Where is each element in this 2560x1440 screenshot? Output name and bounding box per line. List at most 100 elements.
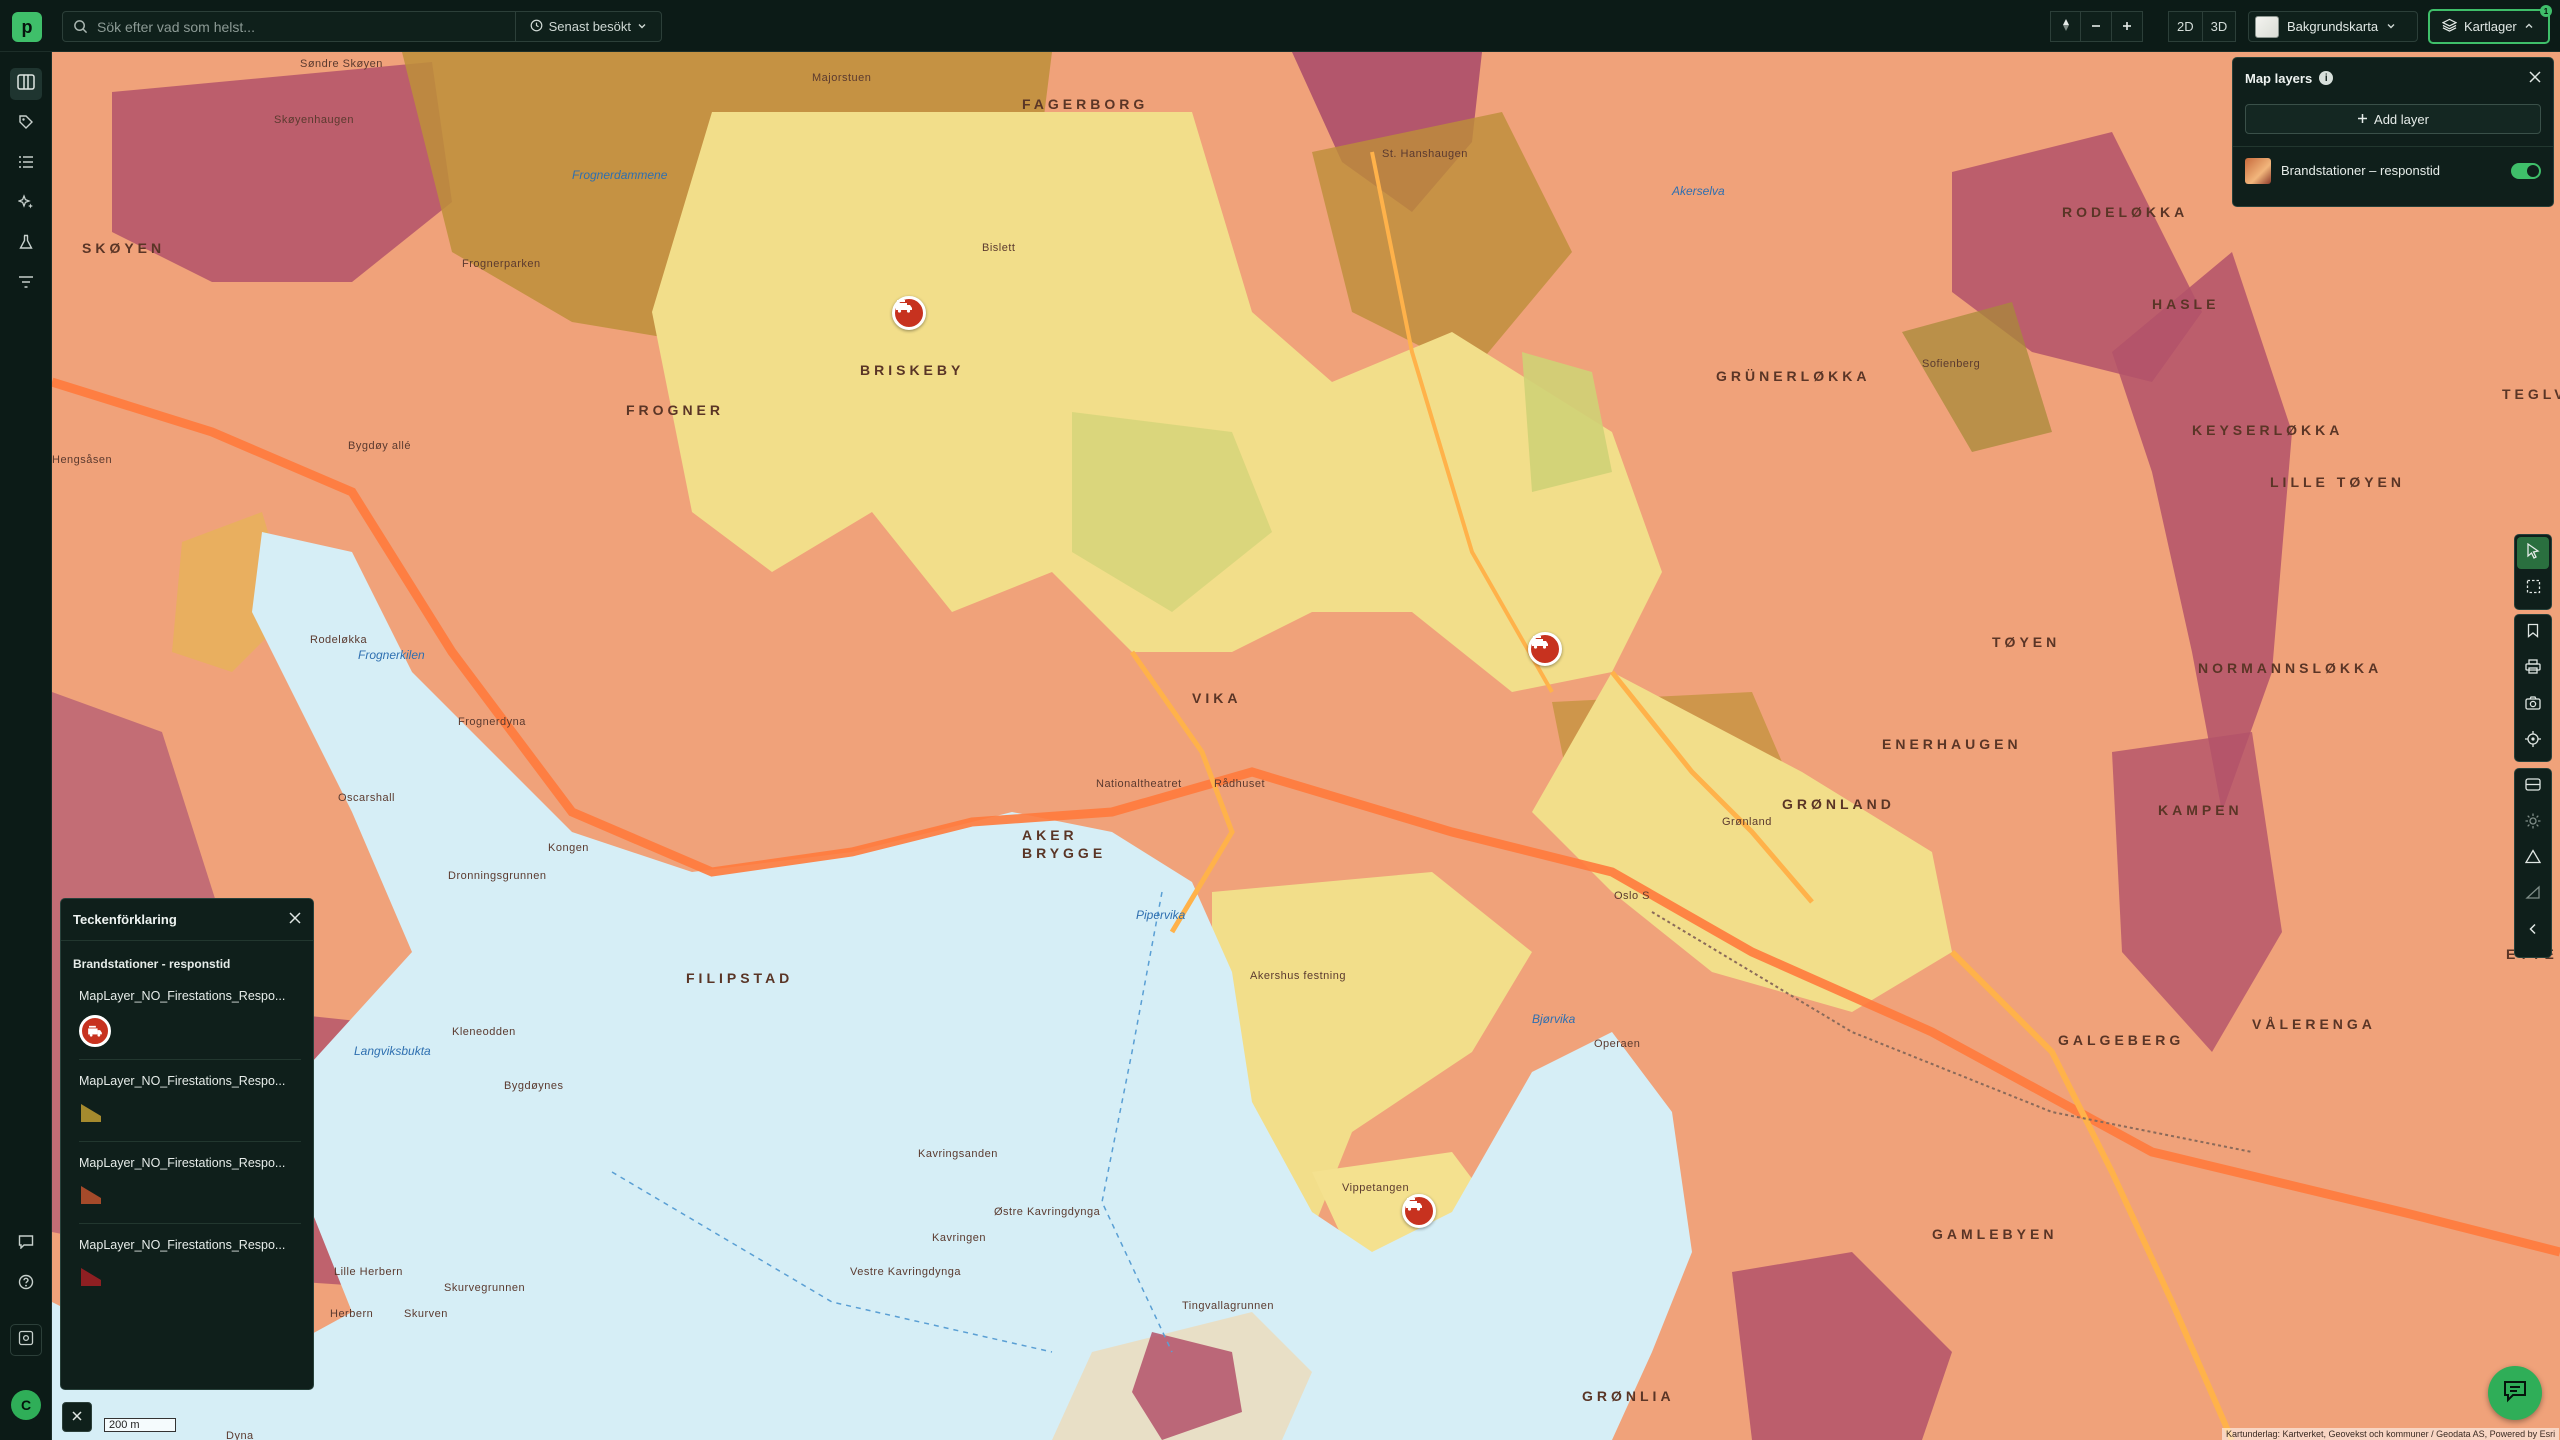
view-3d-button[interactable]: 3D: [2202, 11, 2237, 42]
close-icon[interactable]: [2529, 70, 2541, 86]
locate-button[interactable]: [2515, 723, 2551, 759]
place-label: Bygdøynes: [504, 1080, 564, 1092]
flask-icon: [18, 234, 34, 255]
chat-button[interactable]: [2488, 1366, 2542, 1420]
compass-button[interactable]: [2050, 11, 2081, 42]
map-panel-icon: [17, 73, 35, 95]
chevron-down-icon: [2386, 19, 2396, 34]
printer-icon: [2525, 659, 2541, 679]
clock-icon: [530, 19, 543, 35]
help-icon: [18, 1274, 34, 1295]
screenshot-button[interactable]: [2515, 687, 2551, 723]
top-bar: p Senast besökt 2D 3D B: [0, 0, 2560, 52]
district-label: ENERHAUGEN: [1882, 736, 2022, 752]
recent-dropdown[interactable]: Senast besökt: [514, 12, 661, 41]
water-label: Pipervika: [1136, 908, 1186, 922]
district-label: TØYEN: [1992, 634, 2061, 650]
rail-settings-button[interactable]: [10, 1324, 42, 1356]
layers-count-badge: 1: [2540, 5, 2552, 17]
fire-station-marker[interactable]: [1528, 632, 1562, 666]
rail-filter-button[interactable]: [10, 268, 42, 300]
search-bar: Senast besökt: [62, 11, 662, 42]
place-label: Oscarshall: [338, 792, 395, 804]
place-label: Lille Herbern: [334, 1266, 403, 1278]
layers-stack-button[interactable]: [2515, 769, 2551, 805]
fire-truck-icon: [79, 1015, 111, 1047]
chevron-up-icon: [2524, 19, 2534, 34]
pointer-tool-button[interactable]: [2517, 537, 2549, 569]
map-attribution: Kartunderlag: Kartverket, Geovekst och k…: [2222, 1428, 2560, 1440]
info-icon[interactable]: i: [2319, 71, 2334, 85]
layer-thumbnail: [2245, 157, 2271, 184]
place-label: Oslo S: [1614, 890, 1651, 902]
plus-icon: [2357, 112, 2368, 127]
filter-icon: [18, 275, 34, 294]
rail-lab-button[interactable]: [10, 228, 42, 260]
user-avatar[interactable]: C: [11, 1390, 41, 1420]
rail-comments-button[interactable]: [10, 1228, 42, 1260]
triangle-ruler-icon: [2524, 849, 2542, 869]
place-label: Majorstuen: [812, 72, 872, 84]
district-label: KEYSERLØKKA: [2192, 422, 2344, 438]
app-logo[interactable]: p: [12, 12, 42, 42]
view-2d-button[interactable]: 2D: [2168, 11, 2203, 42]
polygon-swatch: [81, 1186, 101, 1204]
fire-station-marker[interactable]: [1402, 1194, 1436, 1228]
sparkle-icon: [17, 193, 34, 215]
rail-tags-button[interactable]: [10, 108, 42, 140]
legend-item-label: MapLayer_NO_Firestations_Respo...: [79, 1074, 286, 1088]
list-icon: [18, 155, 34, 174]
zoom-out-button[interactable]: [2081, 11, 2112, 42]
measure-area-button[interactable]: [2515, 841, 2551, 877]
district-label: GAMLEBYEN: [1932, 1226, 2058, 1242]
district-label: VIKA: [1192, 690, 1242, 706]
place-label: Sofienberg: [1922, 358, 1981, 370]
district-label: AKER BRYGGE: [1022, 827, 1107, 861]
place-label: Rådhuset: [1214, 778, 1266, 790]
place-label: Østre Kavringdynga: [994, 1206, 1101, 1218]
close-scale-button[interactable]: [62, 1402, 92, 1432]
water-label: Frognerkilen: [358, 648, 425, 662]
rail-help-button[interactable]: [10, 1268, 42, 1300]
district-label: VÅLERENGA: [2252, 1016, 2376, 1032]
polygon-swatch: [81, 1104, 101, 1122]
rail-list-button[interactable]: [10, 148, 42, 180]
place-label: Kavringsanden: [918, 1148, 998, 1160]
plus-icon: [2122, 19, 2132, 34]
sun-button[interactable]: [2515, 805, 2551, 841]
rail-ai-button[interactable]: [10, 188, 42, 220]
add-layer-button[interactable]: Add layer: [2245, 104, 2541, 134]
zoom-in-button[interactable]: [2112, 11, 2143, 42]
search-input[interactable]: [97, 12, 515, 41]
map-layers-label: Kartlager: [2464, 19, 2517, 34]
close-icon[interactable]: [289, 912, 301, 927]
legend-item: MapLayer_NO_Firestations_Respo...: [79, 1142, 301, 1224]
place-label: Rodeløkka: [310, 634, 368, 646]
place-label: St. Hanshaugen: [1382, 148, 1468, 160]
place-label: Nationaltheatret: [1096, 778, 1182, 790]
layer-visibility-toggle[interactable]: [2511, 162, 2541, 179]
water-label: Langviksbukta: [354, 1044, 431, 1058]
comment-icon: [18, 1234, 34, 1254]
layer-row[interactable]: Brandstationer – responstid: [2233, 146, 2553, 194]
bookmark-button[interactable]: [2515, 615, 2551, 651]
box-select-button[interactable]: [2515, 571, 2551, 607]
analysis-tools: [2514, 768, 2552, 958]
print-button[interactable]: [2515, 651, 2551, 687]
place-label: Tingvallagrunnen: [1182, 1300, 1274, 1312]
basemap-button[interactable]: Bakgrundskarta: [2248, 11, 2418, 42]
measure-distance-button[interactable]: [2515, 877, 2551, 913]
map-layers-header: Map layers i: [2233, 58, 2553, 98]
place-label: Skurven: [404, 1308, 448, 1320]
collapse-toolbar-button[interactable]: [2515, 913, 2551, 949]
tag-icon: [18, 114, 34, 135]
fire-station-marker[interactable]: [892, 296, 926, 330]
map-canvas[interactable]: FAGERBORG BRISKEBY FROGNER SKØYEN RODELØ…: [52, 52, 2560, 1440]
district-label: FROGNER: [626, 402, 724, 418]
map-layers-button[interactable]: Kartlager: [2428, 9, 2550, 44]
district-label: GALGEBERG: [2058, 1032, 2185, 1048]
ruler-icon: [2525, 885, 2541, 905]
place-label: Vippetangen: [1342, 1182, 1410, 1194]
rail-map-button[interactable]: [10, 68, 42, 100]
legend-title: Teckenförklaring: [73, 912, 177, 927]
